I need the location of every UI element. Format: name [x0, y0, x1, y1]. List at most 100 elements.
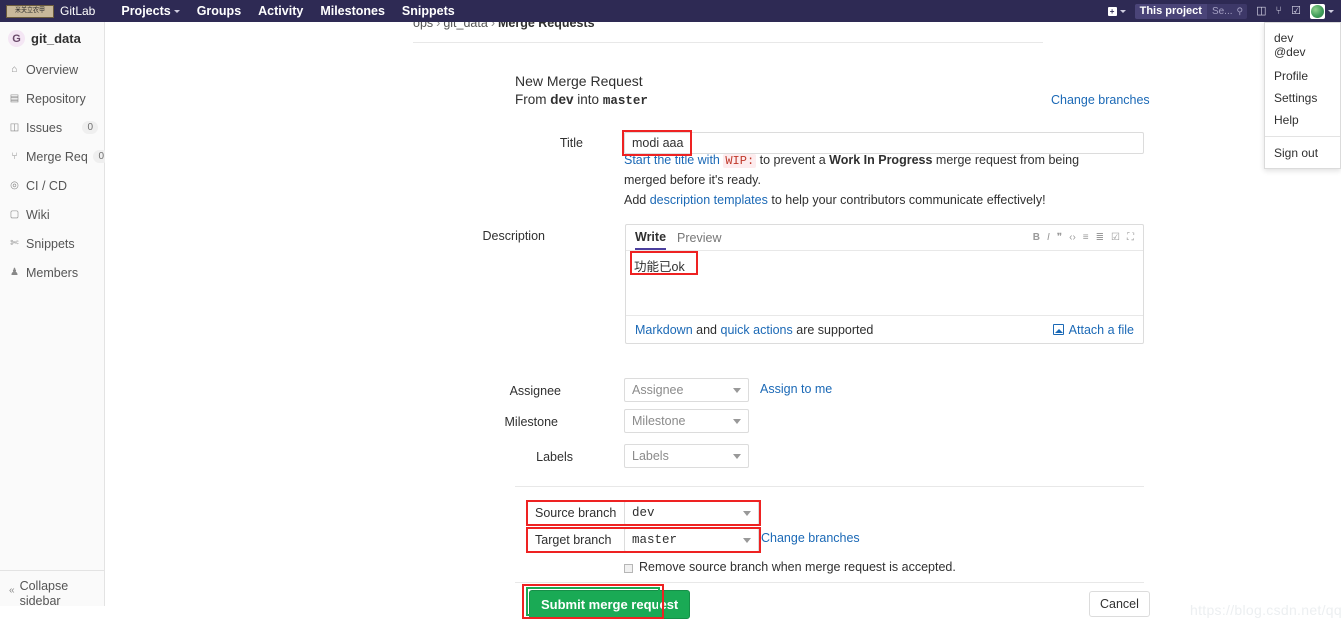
main-content: ops › git_data › Merge Requests New Merge Re… — [105, 16, 1341, 619]
plus-square-icon: + — [1107, 6, 1117, 16]
assign-to-me-label: Assign to me — [760, 382, 833, 396]
nav-link-groups[interactable]: Groups — [197, 4, 241, 18]
wiki-icon: ▢ — [9, 208, 20, 220]
attach-file-button[interactable]: Attach a file — [1052, 322, 1134, 337]
remove-source-branch-label: Remove source branch when merge request … — [639, 560, 956, 574]
user-menu-button[interactable] — [1310, 3, 1334, 19]
sidebar-item-wiki[interactable]: ▢ Wiki — [0, 200, 104, 229]
assignee-field-label: Assignee — [509, 384, 561, 398]
divider — [413, 42, 1043, 43]
quote-icon[interactable]: ❞ — [1057, 232, 1062, 243]
target-branch-select[interactable]: master — [624, 528, 759, 552]
change-branches-link-top[interactable]: Change branches — [1051, 93, 1150, 107]
user-menu-item-settings[interactable]: Settings — [1265, 87, 1340, 109]
sidebar-item-members[interactable]: ♟ Members — [0, 258, 104, 287]
fullscreen-icon[interactable]: ⛶ — [1127, 232, 1134, 243]
from-prefix: From — [515, 92, 547, 107]
merge-requests-icon[interactable]: ⑂ — [1276, 5, 1283, 17]
source-branch-label: Source branch — [535, 506, 617, 520]
rocket-icon: ◎ — [10, 179, 19, 191]
sidebar-item-label: Issues — [26, 120, 63, 135]
editor-header: Write Preview B I ❞ ‹› ≡ ≣ ☑ ⛶ — [626, 225, 1143, 251]
sidebar-item-issues[interactable]: ◫ Issues 0 — [0, 113, 104, 142]
task-list-icon[interactable]: ☑ — [1111, 232, 1120, 243]
sidebar-item-overview[interactable]: ⌂ Overview — [0, 55, 104, 84]
brand-label: GitLab — [60, 4, 96, 18]
top-navbar: 米关立农甲 GitLab Projects Groups Activity Mi… — [0, 0, 1341, 22]
gitlab-logo-icon[interactable]: 米关立农甲 — [6, 4, 54, 18]
description-templates-link[interactable]: description templates — [650, 193, 768, 207]
collapse-sidebar-button[interactable]: « Collapse sidebar — [0, 570, 105, 608]
markdown-link[interactable]: Markdown — [635, 323, 693, 337]
cancel-button[interactable]: Cancel — [1089, 591, 1150, 617]
assignee-value: Assignee — [632, 383, 684, 397]
description-value: 功能已ok — [634, 260, 685, 274]
tab-write[interactable]: Write — [635, 230, 667, 250]
source-branch-select[interactable]: dev — [624, 501, 759, 525]
numbered-list-icon[interactable]: ≣ — [1096, 232, 1104, 243]
into-word: into — [577, 92, 600, 107]
sidebar-item-repository[interactable]: ▤ Repository — [0, 84, 104, 113]
chevron-down-icon — [743, 537, 751, 543]
book-icon: ▤ — [9, 92, 20, 104]
assign-to-me-link[interactable]: Assign to me — [760, 380, 832, 399]
bulleted-list-icon[interactable]: ≡ — [1083, 232, 1089, 243]
change-branches-link-bottom[interactable]: Change branches — [761, 529, 860, 548]
summary-target-branch: master — [602, 94, 648, 108]
remove-source-branch-checkbox[interactable] — [624, 564, 633, 573]
nav-link-milestones[interactable]: Milestones — [320, 4, 385, 18]
issues-icon[interactable]: ◫ — [1256, 5, 1266, 17]
user-dropdown-name: dev — [1274, 31, 1294, 45]
user-menu-item-profile[interactable]: Profile — [1265, 65, 1340, 87]
search-scope-badge[interactable]: This project — [1134, 3, 1207, 19]
template-hint-lead: Add — [624, 193, 647, 207]
summary-source-branch: dev — [550, 92, 574, 107]
user-dropdown-handle: @dev — [1274, 45, 1306, 59]
chevron-down-icon — [1119, 9, 1126, 13]
code-icon[interactable]: ‹› — [1069, 232, 1076, 243]
search-icon: ⚲ — [1236, 5, 1244, 16]
divider — [1265, 136, 1340, 137]
template-hint: Add description templates to help your c… — [624, 191, 1124, 210]
new-item-button[interactable]: + — [1107, 6, 1126, 16]
nav-link-snippets[interactable]: Snippets — [402, 4, 455, 18]
nav-link-projects[interactable]: Projects — [121, 4, 180, 18]
sidebar-item-label: Merge Requests — [26, 149, 88, 164]
quick-actions-link[interactable]: quick actions — [721, 323, 793, 337]
submit-merge-request-button[interactable]: Submit merge request — [529, 590, 691, 619]
attach-image-icon — [1052, 324, 1064, 335]
sidebar-item-snippets[interactable]: ✄ Snippets — [0, 229, 104, 258]
project-name-label: git_data — [31, 31, 81, 46]
project-avatar: G — [8, 30, 25, 47]
sidebar-item-merge-requests[interactable]: ⑂ Merge Requests 0 — [0, 142, 109, 171]
attach-file-label: Attach a file — [1068, 322, 1134, 337]
search-box[interactable]: This project Se... ⚲ — [1134, 3, 1248, 19]
sidebar-item-ci-cd[interactable]: ◎ CI / CD — [0, 171, 104, 200]
user-menu-item-sign-out[interactable]: Sign out — [1265, 142, 1340, 164]
chevron-down-icon — [733, 418, 741, 424]
assignee-select[interactable]: Assignee — [624, 378, 749, 402]
labels-select[interactable]: Labels — [624, 444, 749, 468]
description-textarea[interactable]: 功能已ok — [626, 251, 1143, 315]
sidebar-project-header[interactable]: G git_data — [0, 22, 104, 55]
footer-tail: are supported — [796, 322, 874, 337]
labels-value: Labels — [632, 449, 669, 463]
search-input[interactable]: Se... — [1207, 6, 1237, 17]
milestone-select[interactable]: Milestone — [624, 409, 749, 433]
nav-link-activity[interactable]: Activity — [258, 4, 303, 18]
todos-icon[interactable]: ☑ — [1291, 5, 1301, 17]
bold-icon[interactable]: B — [1033, 232, 1040, 243]
sidebar-item-label: Wiki — [26, 207, 50, 222]
navbar-right: + This project Se... ⚲ ◫ ⑂ ☑ — [1107, 0, 1341, 22]
title-field-label: Title — [559, 136, 583, 150]
target-branch-value: master — [632, 533, 678, 547]
issues-count-badge: 0 — [82, 121, 98, 134]
members-icon: ♟ — [10, 266, 19, 278]
nav-link-projects-label: Projects — [121, 4, 171, 18]
italic-icon[interactable]: I — [1047, 232, 1050, 243]
tab-preview[interactable]: Preview — [677, 231, 721, 245]
user-menu-item-help[interactable]: Help — [1265, 109, 1340, 131]
logo-glyphs: 米关立农甲 — [14, 7, 45, 15]
wip-hint-mid: to prevent a — [759, 153, 826, 167]
chevron-down-icon — [173, 9, 180, 13]
